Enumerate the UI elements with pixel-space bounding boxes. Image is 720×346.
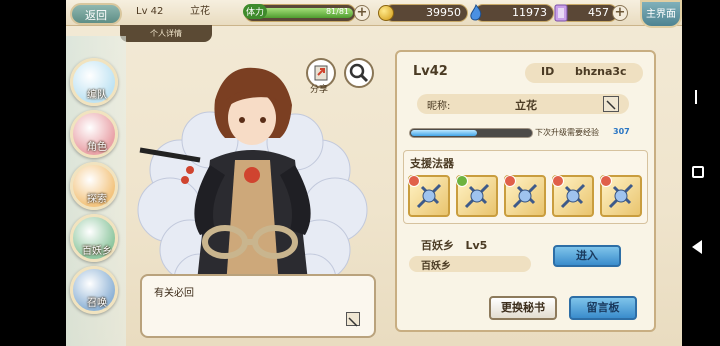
back-icon[interactable]: [692, 240, 702, 254]
gold-coin-icon: [378, 5, 394, 21]
element-badge-icon: [504, 175, 516, 187]
menu-icon[interactable]: [695, 90, 697, 104]
enter-village-button[interactable]: 进入: [553, 245, 621, 267]
player-level: Lv 42: [136, 6, 164, 17]
support-title: 支援法器: [410, 157, 454, 170]
element-badge-icon: [456, 175, 468, 187]
left-menu-button[interactable]: 角色: [70, 110, 118, 158]
back-button[interactable]: 返回: [70, 3, 122, 25]
left-menu-label: 召唤: [87, 298, 107, 309]
stamina-plus-button[interactable]: +: [354, 5, 370, 21]
home-button[interactable]: 主界面: [640, 0, 682, 28]
left-menu-button[interactable]: 编队: [70, 58, 118, 106]
nickname-label: 昵称:: [427, 101, 451, 112]
gold-value: 39950: [426, 6, 461, 19]
element-badge-icon: [600, 175, 612, 187]
android-nav-bar: [682, 0, 720, 346]
weapon-slot[interactable]: [504, 175, 546, 217]
speech-edit-button[interactable]: [346, 312, 360, 327]
pencil-icon: [606, 100, 616, 110]
profile-panel: Lv42 ID bhzna3c 昵称: 立花 下次升级需要经验 307 支援法器…: [395, 50, 656, 332]
gem-pill: 11973: [474, 4, 554, 22]
weapon-slot[interactable]: [552, 175, 594, 217]
id-label: ID: [541, 65, 555, 78]
left-menu-button[interactable]: 召唤: [70, 266, 118, 314]
profile-level: Lv42: [413, 64, 448, 79]
player-name: 立花: [190, 6, 210, 17]
ticket-plus-button[interactable]: +: [612, 5, 628, 21]
exp-fill: [411, 130, 477, 136]
stamina-value: 81/81: [325, 7, 349, 16]
id-value: bhzna3c: [575, 65, 627, 78]
gem-flame-icon: [468, 3, 484, 22]
speech-text: 有关必回: [154, 288, 194, 299]
edit-nickname-button[interactable]: [603, 96, 619, 112]
weapon-slot[interactable]: [456, 175, 498, 217]
left-menu-button[interactable]: 百妖乡: [70, 214, 118, 262]
gem-value: 11973: [512, 6, 547, 19]
game-screen: 返回 个人详情 Lv 42 立花 体力 81/81 + 39950 11973 …: [0, 0, 720, 346]
left-menu-label: 百妖乡: [82, 246, 112, 257]
left-menu-label: 编队: [87, 90, 107, 101]
ticket-value: 457: [588, 6, 609, 19]
weapon-slot[interactable]: [408, 175, 450, 217]
pencil-icon: [348, 317, 358, 327]
support-weapons-section: 支援法器: [403, 150, 648, 224]
stamina-bar: 体力 81/81: [243, 4, 356, 22]
weapon-slot[interactable]: [600, 175, 642, 217]
exp-value: 307: [613, 127, 630, 136]
stamina-label: 体力: [243, 4, 268, 19]
home-icon[interactable]: [692, 166, 704, 178]
speech-box[interactable]: 有关必回: [140, 274, 376, 338]
exp-bar: [409, 128, 533, 138]
exp-label: 下次升级需要经验: [535, 128, 599, 137]
village-name: 百妖乡: [421, 261, 451, 272]
change-secretary-button[interactable]: 更换秘书: [489, 296, 557, 320]
message-board-button[interactable]: 留言板: [569, 296, 637, 320]
weapon-row: [408, 175, 648, 221]
gold-pill: 39950: [384, 4, 468, 22]
left-menu-label: 探索: [87, 194, 107, 205]
left-black-bar: [0, 0, 66, 346]
nickname-value: 立花: [515, 99, 537, 112]
profile-detail-tab[interactable]: 个人详情: [120, 25, 212, 42]
village-line: 百妖乡 Lv5: [421, 239, 488, 252]
left-menu-button[interactable]: 探索: [70, 162, 118, 210]
ticket-icon: [553, 3, 569, 23]
element-badge-icon: [408, 175, 420, 187]
left-menu-label: 角色: [87, 142, 107, 153]
element-badge-icon: [552, 175, 564, 187]
